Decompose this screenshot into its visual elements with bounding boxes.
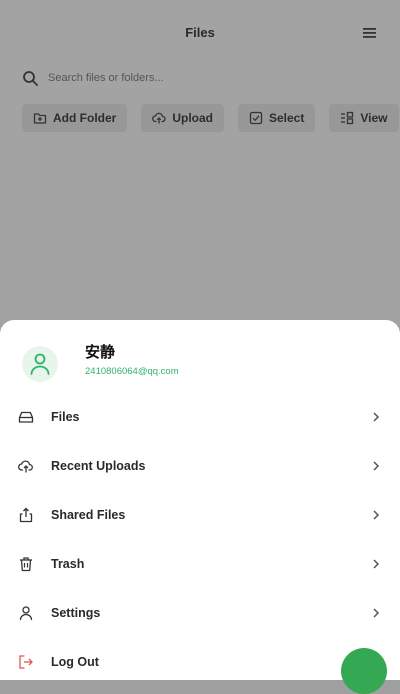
menu-item-label: Log Out [51, 654, 99, 669]
view-button[interactable]: View [329, 104, 399, 132]
menu-item-label: Settings [51, 605, 101, 620]
menu-item-label: Shared Files [51, 507, 126, 522]
chevron-right-icon [373, 558, 380, 569]
search-input[interactable] [48, 72, 348, 84]
logout-icon [19, 654, 33, 669]
chevron-right-icon [373, 411, 380, 422]
menu-list: Files Recent Uploads Shared Files Trash … [0, 392, 400, 686]
user-email: 2410806064@qq.com [85, 366, 179, 377]
cloud-upload-icon [18, 460, 33, 472]
view-list-icon [341, 111, 354, 125]
share-icon [19, 507, 33, 522]
chevron-right-icon [373, 509, 380, 520]
avatar-user-icon [22, 346, 58, 382]
floating-action-button[interactable] [341, 648, 387, 694]
menu-item-shared-files[interactable]: Shared Files [0, 490, 400, 539]
menu-item-recent-uploads[interactable]: Recent Uploads [0, 441, 400, 490]
menu-item-settings[interactable]: Settings [0, 588, 400, 637]
folder-plus-icon [33, 113, 47, 124]
checkbox-icon [249, 111, 263, 125]
chevron-right-icon [373, 607, 380, 618]
search-bar[interactable] [22, 66, 382, 90]
menu-item-trash[interactable]: Trash [0, 539, 400, 588]
account-menu-sheet: 安静 2410806064@qq.com Files Recent Upload… [0, 320, 400, 680]
chevron-right-icon [373, 460, 380, 471]
upload-button[interactable]: Upload [141, 104, 224, 132]
user-name: 安静 [85, 344, 116, 361]
menu-item-log-out[interactable]: Log Out [0, 637, 400, 686]
upload-label: Upload [172, 111, 213, 125]
select-button[interactable]: Select [238, 104, 316, 132]
trash-icon [20, 556, 32, 571]
add-folder-button[interactable]: Add Folder [22, 104, 128, 132]
cloud-upload-icon [152, 112, 166, 124]
menu-item-label: Files [51, 409, 80, 424]
hamburger-menu-icon[interactable] [362, 26, 378, 40]
search-icon [23, 70, 38, 86]
user-settings-icon [19, 605, 33, 620]
add-folder-label: Add Folder [53, 111, 117, 125]
view-label: View [360, 111, 388, 125]
menu-item-label: Recent Uploads [51, 458, 146, 473]
page-title: Files [185, 25, 215, 40]
drive-icon [18, 411, 34, 423]
menu-item-label: Trash [51, 556, 85, 571]
file-toolbar: Add Folder Upload Select View [22, 104, 399, 132]
profile-header[interactable]: 安静 2410806064@qq.com [22, 344, 179, 382]
menu-item-files[interactable]: Files [0, 392, 400, 441]
select-label: Select [269, 111, 305, 125]
